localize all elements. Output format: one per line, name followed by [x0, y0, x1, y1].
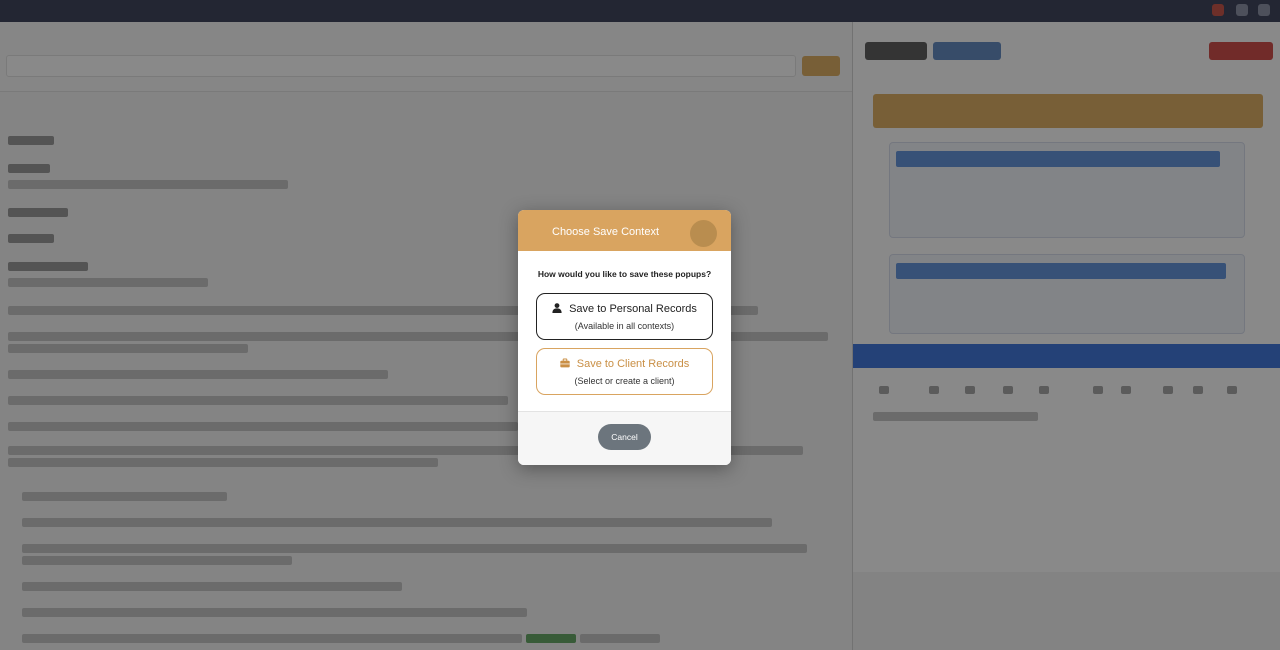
modal-question: How would you like to save these popups?	[537, 269, 712, 279]
save-personal-button[interactable]: Save to Personal Records (Available in a…	[536, 293, 713, 340]
cancel-button[interactable]: Cancel	[598, 424, 651, 450]
user-icon	[552, 303, 562, 313]
save-client-button[interactable]: Save to Client Records (Select or create…	[536, 348, 713, 395]
modal-footer: Cancel	[518, 411, 731, 465]
save-personal-label: Save to Personal Records	[569, 303, 697, 315]
modal-header: Choose Save Context	[518, 210, 731, 251]
save-client-label: Save to Client Records	[576, 358, 690, 370]
save-client-sublabel: (Select or create a client)	[574, 376, 675, 386]
briefcase-icon	[560, 358, 570, 368]
save-personal-sublabel: (Available in all contexts)	[574, 321, 675, 331]
save-context-modal: Choose Save Context How would you like t…	[518, 210, 731, 465]
close-icon[interactable]	[690, 220, 717, 247]
modal-title: Choose Save Context	[552, 226, 660, 238]
